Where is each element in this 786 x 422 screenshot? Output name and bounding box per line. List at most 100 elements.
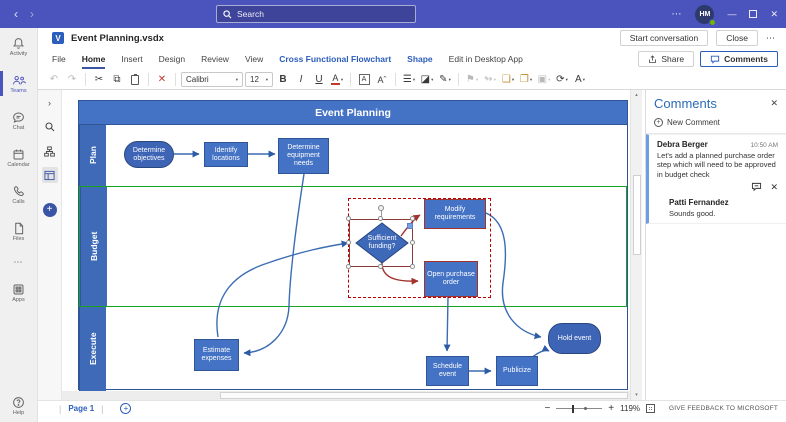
fit-to-window-icon[interactable] (646, 404, 655, 413)
position-button[interactable]: ⚑▾ (464, 72, 480, 88)
selection-handle[interactable] (346, 240, 351, 245)
rail-item-files[interactable]: Files (0, 213, 37, 250)
delete-icon[interactable]: ✕ (154, 72, 170, 88)
bold-button[interactable]: B (275, 72, 291, 88)
tab-view[interactable]: View (237, 48, 271, 70)
line-color-button[interactable]: ✎▾ (437, 72, 453, 88)
node-estimate-expenses[interactable]: Estimate expenses (194, 339, 239, 371)
zoom-level[interactable]: 119% (620, 404, 640, 413)
text-effects-button[interactable]: A▾ (572, 72, 588, 88)
rail-item-chat[interactable]: Chat (0, 102, 37, 139)
selection-handle[interactable] (410, 240, 415, 245)
duplicate-shape-button[interactable]: ❏▾ (500, 72, 516, 88)
shapes-gallery-icon[interactable] (42, 143, 58, 159)
font-color-button[interactable]: A▾ (329, 72, 345, 88)
redo-icon[interactable]: ↷ (64, 72, 80, 88)
drawing-canvas[interactable]: Event Planning Plan Budget Execute (62, 90, 630, 400)
rail-item-calls[interactable]: Calls (0, 176, 37, 213)
copy-icon[interactable]: ⧉ (109, 72, 125, 88)
selection-handle[interactable] (378, 216, 383, 221)
fill-color-button[interactable]: ◪▾ (419, 72, 435, 88)
quick-actions-button[interactable] (407, 223, 413, 229)
selection-handle[interactable] (346, 216, 351, 221)
delete-comment-icon[interactable]: ✕ (770, 182, 778, 193)
zoom-out-button[interactable]: − (544, 403, 550, 414)
cut-icon[interactable]: ✂ (91, 72, 107, 88)
tab-cross-functional-flowchart[interactable]: Cross Functional Flowchart (271, 48, 399, 70)
zoom-slider[interactable] (556, 408, 602, 409)
underline-button[interactable]: U (311, 72, 327, 88)
maximize-button[interactable] (749, 10, 757, 18)
rail-more-apps-icon[interactable]: ⋯ (0, 250, 37, 274)
lane-label-execute[interactable]: Execute (79, 307, 106, 391)
minimize-button[interactable]: — (727, 9, 736, 19)
italic-button[interactable]: I (293, 72, 309, 88)
add-shape-button[interactable]: + (43, 203, 57, 217)
expand-panel-icon[interactable]: › (42, 95, 58, 111)
new-page-button[interactable]: + (120, 403, 131, 414)
rotation-handle[interactable] (378, 205, 384, 211)
node-determine-equipment-needs[interactable]: Determine equipment needs (278, 138, 329, 174)
rail-item-apps[interactable]: Apps (0, 274, 37, 311)
tab-insert[interactable]: Insert (113, 48, 150, 70)
horizontal-scrollbar-thumb[interactable] (220, 392, 628, 399)
selection-handle[interactable] (410, 216, 415, 221)
align-text-button[interactable]: ☰▾ (401, 72, 417, 88)
node-identify-locations[interactable]: Identify locations (204, 142, 248, 167)
feedback-link[interactable]: GIVE FEEDBACK TO MICROSOFT (669, 405, 778, 412)
stencil-panel-icon[interactable] (42, 167, 58, 183)
document-more-icon[interactable]: ⋯ (766, 33, 776, 44)
node-determine-objectives[interactable]: Determine objectives (124, 141, 174, 168)
horizontal-scrollbar[interactable] (62, 391, 630, 400)
share-button[interactable]: Share (638, 51, 694, 67)
vertical-scrollbar[interactable]: ▴ ▾ (630, 90, 642, 400)
paste-icon[interactable] (127, 72, 143, 88)
close-window-button[interactable]: ✕ (770, 9, 778, 20)
selection-handle[interactable] (346, 264, 351, 269)
lane-execute[interactable]: Execute (79, 307, 627, 391)
flowchart-title-band[interactable]: Event Planning (79, 101, 627, 125)
start-conversation-button[interactable]: Start conversation (620, 30, 709, 46)
rail-item-teams[interactable]: Teams (0, 65, 37, 102)
selection-handle[interactable] (378, 264, 383, 269)
tab-home[interactable]: Home (74, 48, 114, 70)
shape-search-icon[interactable] (42, 119, 58, 135)
selection-handle[interactable] (410, 264, 415, 269)
avatar[interactable]: HM (695, 5, 714, 24)
tab-review[interactable]: Review (193, 48, 237, 70)
vertical-scrollbar-thumb[interactable] (633, 175, 641, 255)
page-tab[interactable]: Page 1 (68, 404, 94, 413)
rail-item-activity[interactable]: Activity (0, 28, 37, 65)
connector-button[interactable]: ↬▾ (482, 72, 498, 88)
undo-icon[interactable]: ↶ (46, 72, 62, 88)
close-document-button[interactable]: Close (716, 30, 758, 46)
font-name-select[interactable]: Calibri▾ (181, 72, 243, 87)
new-comment-button[interactable]: + New Comment (654, 118, 778, 127)
forward-arrow-icon[interactable]: › (30, 7, 34, 21)
zoom-in-button[interactable]: + (608, 403, 614, 414)
lane-label-budget[interactable]: Budget (80, 187, 107, 306)
grow-font-button[interactable]: Aˆ (374, 72, 390, 88)
container-button[interactable]: ▣▾ (536, 72, 552, 88)
rotate-shape-button[interactable]: ⟳▾ (554, 72, 570, 88)
tab-edit-in-desktop-app[interactable]: Edit in Desktop App (441, 48, 531, 70)
change-shape-button[interactable]: ❐▾ (518, 72, 534, 88)
back-arrow-icon[interactable]: ‹ (14, 7, 18, 21)
more-options-icon[interactable]: ⋯ (671, 9, 682, 20)
comment-thread[interactable]: Debra Berger 10:50 AM Let's add a planne… (646, 134, 786, 224)
font-size-select[interactable]: 12▾ (245, 72, 273, 87)
zoom-slider-thumb[interactable] (572, 405, 574, 413)
comments-button[interactable]: Comments (700, 51, 778, 67)
rail-item-calendar[interactable]: Calendar (0, 139, 37, 176)
tab-design[interactable]: Design (151, 48, 193, 70)
tab-shape[interactable]: Shape (399, 48, 441, 70)
tab-file[interactable]: File (44, 48, 74, 70)
search-input[interactable]: Search (216, 5, 416, 23)
comment-reply[interactable]: Patti Fernandez Sounds good. (669, 198, 778, 218)
node-publicize[interactable]: Publicize (496, 356, 538, 386)
node-hold-event[interactable]: Hold event (548, 323, 601, 354)
reply-icon[interactable] (751, 182, 762, 192)
lane-label-plan[interactable]: Plan (79, 125, 106, 186)
text-box-button[interactable]: A (356, 72, 372, 88)
scroll-up-icon[interactable]: ▴ (631, 92, 642, 98)
